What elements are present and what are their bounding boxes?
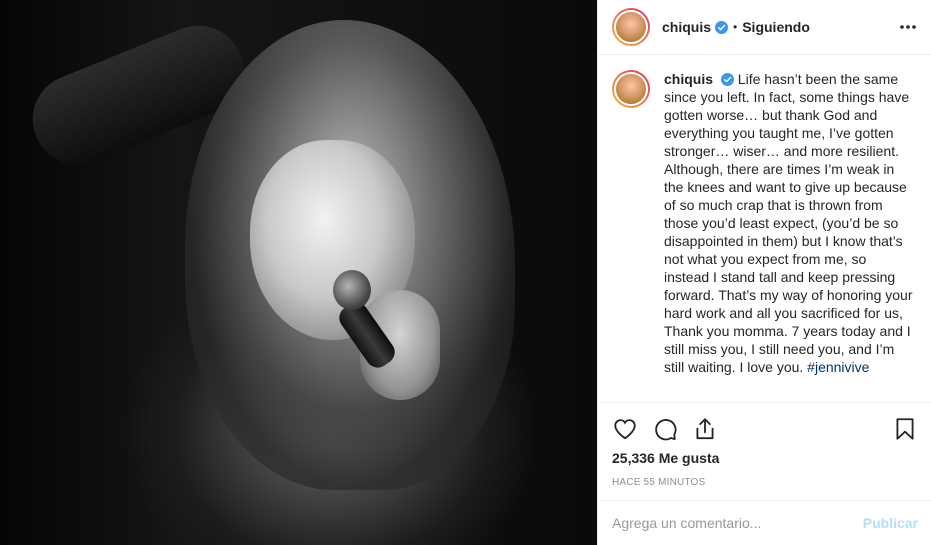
caption-text-block: chiquis Life hasn’t been the same since … [664, 70, 914, 402]
share-icon[interactable] [692, 416, 718, 442]
caption-avatar-ring[interactable] [612, 70, 650, 108]
caption-section: chiquis Life hasn’t been the same since … [598, 56, 931, 402]
instagram-post: chiquis • Siguiendo chiquis Life hasn’t … [0, 0, 931, 545]
caption-hashtag-link[interactable]: #jennivive [807, 359, 869, 375]
verified-badge-icon [715, 20, 729, 34]
post-photo[interactable] [0, 0, 597, 545]
caption-verified-badge-icon [720, 73, 734, 86]
photo-microphone-head [333, 270, 371, 310]
caption-username[interactable]: chiquis [664, 71, 713, 87]
follow-status-button[interactable]: Siguiendo [742, 19, 810, 35]
add-comment-bar: Publicar [598, 500, 931, 545]
caption-body: Life hasn’t been the same since you left… [664, 71, 913, 375]
comment-icon[interactable] [652, 416, 678, 442]
more-options-icon[interactable] [898, 17, 918, 37]
post-header: chiquis • Siguiendo [598, 0, 931, 55]
bookmark-icon[interactable] [892, 416, 918, 442]
post-timestamp[interactable]: Hace 55 minutos [612, 477, 705, 488]
author-avatar-ring[interactable] [612, 8, 650, 46]
heart-icon[interactable] [612, 416, 638, 442]
likes-count[interactable]: 25,336 Me gusta [612, 450, 719, 466]
post-actions-bar [598, 402, 931, 454]
header-separator: • [733, 20, 738, 34]
comment-input[interactable] [612, 515, 863, 531]
caption-avatar[interactable] [614, 72, 648, 106]
publish-button[interactable]: Publicar [863, 515, 918, 531]
post-side-panel: chiquis • Siguiendo chiquis Life hasn’t … [597, 0, 931, 545]
author-avatar[interactable] [614, 10, 648, 44]
author-username[interactable]: chiquis [662, 19, 711, 35]
